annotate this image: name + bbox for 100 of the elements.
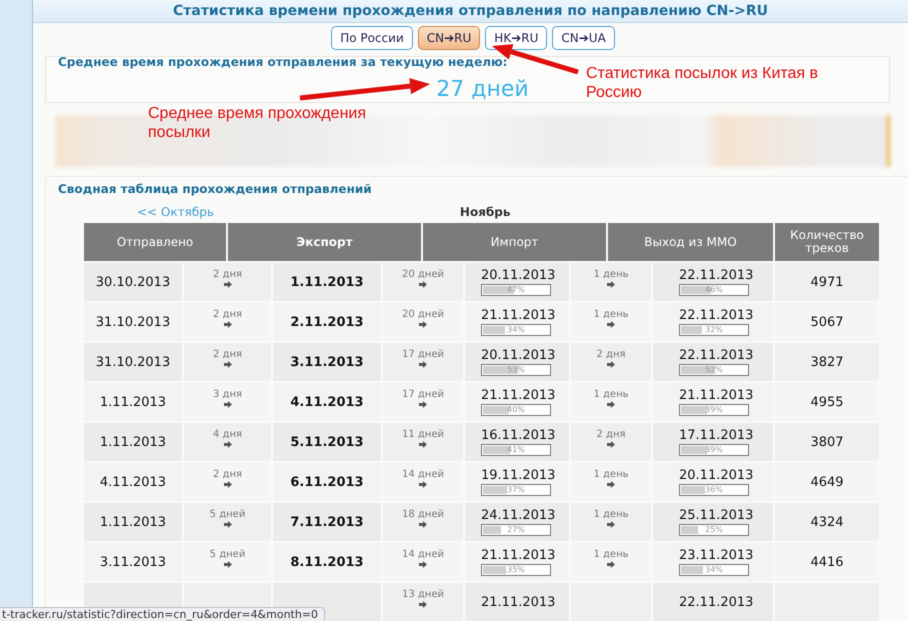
date-text: 31.10.2013 [96,354,170,370]
progress-reading: 39% [704,445,724,455]
delay-label: 1 день [593,308,629,320]
delay-label: 2 дня [596,428,626,440]
delay-label: 20 дней [402,268,444,280]
arrow-icon [419,520,427,528]
arrow-icon [607,440,615,448]
delay-label: 13 дней [402,588,444,600]
column-header: Отправлено [84,223,226,261]
progress-reading: 35% [506,565,526,575]
arrow-icon [224,480,232,488]
direction-tab[interactable]: По России [331,26,413,50]
annotation-text: Среднее время прохождения посылки [148,104,368,142]
delay-label: 2 дня [212,468,242,480]
progress-reading: 36% [704,485,724,495]
arrow-icon [224,560,232,568]
date-text: 3.11.2013 [100,554,166,570]
column-header: Выход из ММО [608,223,773,261]
date-text: 17.11.2013 [679,428,754,443]
progress-reading: 32% [704,325,724,335]
column-header: Количество треков [775,223,879,261]
delay-label: 2 дня [212,348,242,360]
direction-tab[interactable]: CN➔UA [552,26,615,50]
arrow-icon [224,320,232,328]
date-text: 8.11.2013 [290,554,364,570]
date-text: 5.11.2013 [290,434,364,450]
date-text: 22.11.2013 [679,594,754,610]
delay-label: 1 день [593,388,629,400]
progress-reading: 52% [704,365,724,375]
delay-label: 14 дней [402,548,444,560]
delay-label: 2 дня [212,268,242,280]
date-text: 20.11.2013 [481,348,556,363]
progress-reading: 25% [704,525,724,535]
arrow-icon [607,320,615,328]
arrow-icon [607,560,615,568]
progress-reading: 27% [506,525,526,535]
arrow-icon [224,400,232,408]
progress-reading: 34% [704,565,724,575]
date-text: 30.10.2013 [96,274,170,290]
date-text: 7.11.2013 [290,514,364,530]
average-time-heading: Среднее время прохождения отправления за текущую неделю: [57,56,508,68]
date-text: 20.11.2013 [679,468,754,483]
arrow-icon [419,360,427,368]
track-count: 4649 [810,474,844,490]
arrow-icon [419,480,427,488]
date-text: 21.11.2013 [481,388,556,403]
delay-label: 2 дня [596,348,626,360]
track-count: 3807 [810,434,844,450]
average-time-value: 27 дней [436,77,529,102]
arrow-icon [224,360,232,368]
date-text: 22.11.2013 [679,308,754,323]
arrow-icon [607,520,615,528]
date-text: 24.11.2013 [481,508,556,523]
arrow-icon [224,520,232,528]
date-text: 1.11.2013 [100,394,166,410]
date-text: 1.11.2013 [290,274,364,290]
date-text: 16.11.2013 [481,428,556,443]
track-count: 4416 [810,554,844,570]
month-label: Ноябрь [460,205,510,219]
delay-label: 14 дней [402,468,444,480]
arrow-icon [607,400,615,408]
delay-label: 2 дня [212,308,242,320]
delay-label: 11 дней [402,428,444,440]
delay-label: 1 день [593,268,629,280]
date-text: 20.11.2013 [481,268,556,283]
track-count: 3827 [810,354,844,370]
arrow-icon [419,440,427,448]
progress-reading: 34% [506,325,526,335]
date-text: 25.11.2013 [679,508,754,523]
progress-reading: 46% [704,285,724,295]
delay-label: 5 дней [210,508,246,520]
date-text: 4.11.2013 [290,394,364,410]
date-text: 19.11.2013 [481,468,556,483]
date-text: 4.11.2013 [100,474,166,490]
date-text: 6.11.2013 [290,474,364,490]
delay-label: 1 день [593,548,629,560]
date-text: 1.11.2013 [100,514,166,530]
delay-label: 17 дней [402,388,444,400]
delay-label: 17 дней [402,348,444,360]
date-text: 3.11.2013 [290,354,364,370]
progress-reading: 40% [506,405,526,415]
arrow-icon [224,440,232,448]
date-text: 23.11.2013 [679,548,754,563]
arrow-icon [224,280,232,288]
arrow-icon [607,360,615,368]
progress-reading: 37% [506,485,526,495]
direction-tab[interactable]: HK➔RU [485,26,548,50]
delay-label: 20 дней [402,308,444,320]
progress-reading: 47% [506,285,526,295]
annotation-text: Статистика посылок из Китая в Россию [586,64,820,102]
arrow-icon [607,280,615,288]
date-text: 31.10.2013 [96,314,170,330]
delay-label: 5 дней [210,548,246,560]
column-header: Импорт [423,223,606,261]
date-text: 21.11.2013 [481,594,556,610]
arrow-icon [419,600,427,608]
direction-tab[interactable]: CN➔RU [418,26,480,50]
arrow-icon [607,480,615,488]
summary-heading: Сводная таблица прохождения отправлений [58,182,373,196]
progress-reading: 41% [506,445,526,455]
